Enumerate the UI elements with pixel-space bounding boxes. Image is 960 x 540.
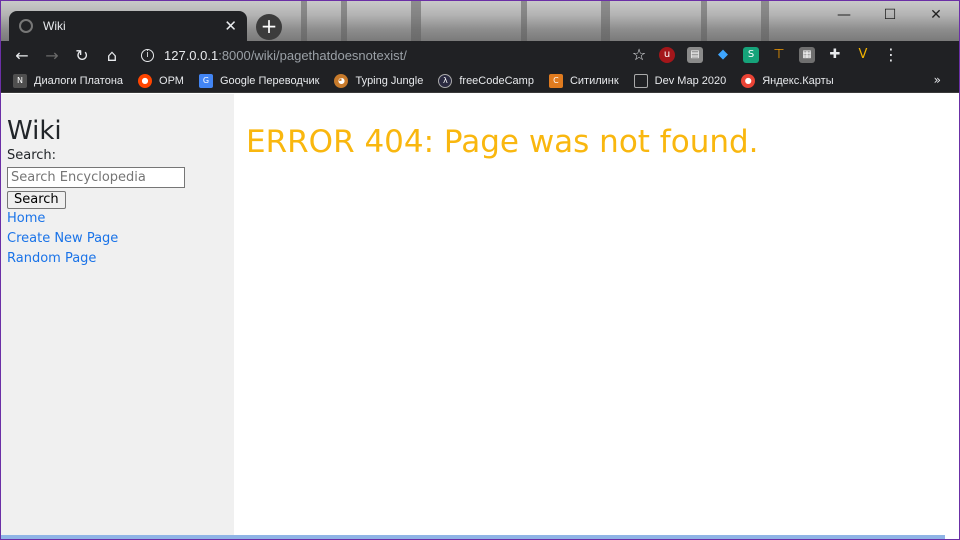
screen-icon — [633, 73, 648, 88]
globe-icon — [19, 19, 33, 33]
bookmark-item[interactable]: N Диалоги Платона — [13, 73, 123, 88]
bookmark-item[interactable]: G Google Переводчик — [198, 73, 319, 88]
new-tab-button[interactable]: + — [256, 14, 282, 40]
wallet-icon[interactable]: ▤ — [687, 46, 703, 63]
tab-title: Wiki — [43, 19, 66, 33]
map-pin-icon: ● — [741, 73, 756, 88]
main-content: ERROR 404: Page was not found. — [234, 94, 959, 535]
nav-link-home[interactable]: Home — [7, 209, 228, 229]
diamond-icon[interactable]: ◆ — [715, 47, 731, 63]
browser-toolbar: ← → ↻ ⌂ i 127.0.0.1:8000/wiki/pagethatdo… — [1, 41, 959, 69]
bookmark-item[interactable]: Dev Map 2020 — [633, 73, 726, 88]
bookmarks-more-button[interactable]: » — [934, 73, 941, 87]
sheets-icon[interactable]: S — [743, 46, 759, 63]
translate-icon: G — [198, 73, 213, 88]
browser-window: Wiki ✕ + — ☐ ✕ ← → ↻ ⌂ i 127.0.0.1:8000/… — [0, 0, 960, 540]
error-heading: ERROR 404: Page was not found. — [246, 124, 759, 160]
grid-icon[interactable]: ▦ — [799, 46, 815, 63]
search-button[interactable]: Search — [7, 191, 66, 209]
puzzle-icon[interactable]: ✚ — [827, 47, 843, 63]
page-viewport: Wiki Search: Search Home Create New Page… — [1, 94, 959, 535]
bookmark-item[interactable]: ● ОРМ — [138, 73, 184, 88]
star-icon[interactable]: ☆ — [631, 45, 647, 64]
menu-icon[interactable]: ⋮ — [883, 45, 899, 64]
site-title: Wiki — [7, 116, 62, 146]
reddit-icon: ● — [138, 73, 153, 88]
forward-button[interactable]: → — [37, 46, 67, 65]
bookmark-item[interactable]: ◕ Typing Jungle — [334, 73, 423, 88]
monkey-icon: ◕ — [334, 73, 349, 88]
nav-link-create-new-page[interactable]: Create New Page — [7, 229, 228, 249]
bookmark-item[interactable]: C Ситилинк — [548, 73, 619, 88]
bookmark-item[interactable]: ● Яндекс.Карты — [741, 73, 834, 88]
reload-button[interactable]: ↻ — [67, 46, 97, 65]
tab-wiki[interactable]: Wiki ✕ — [9, 11, 247, 41]
search-label: Search: — [7, 148, 57, 163]
window-controls: — ☐ ✕ — [821, 1, 959, 29]
back-button[interactable]: ← — [7, 46, 37, 65]
sidebar: Wiki Search: Search Home Create New Page… — [1, 94, 234, 535]
extension-area: ☆ u ▤ ◆ S ⊤ ▦ ✚ V ⋮ — [631, 45, 899, 64]
search-input[interactable] — [7, 167, 185, 188]
info-icon[interactable]: i — [141, 48, 154, 62]
pickaxe-icon[interactable]: ⊤ — [771, 47, 787, 63]
home-button[interactable]: ⌂ — [97, 46, 127, 65]
bookmarks-bar: N Диалоги Платона ● ОРМ G Google Переводчик… — [1, 69, 959, 93]
npm-icon: N — [13, 73, 27, 88]
url-host: 127.0.0.1 — [164, 47, 219, 63]
url-path: :8000/wiki/pagethatdoesnotexist/ — [218, 47, 407, 63]
bottom-bar — [1, 535, 945, 539]
vue-icon[interactable]: V — [855, 47, 871, 63]
minimize-button[interactable]: — — [821, 1, 867, 29]
close-window-button[interactable]: ✕ — [913, 1, 959, 29]
citilink-icon: C — [548, 73, 563, 88]
fcc-icon: λ — [438, 73, 453, 88]
ublock-icon[interactable]: u — [659, 46, 675, 63]
bookmark-item[interactable]: λ freeCodeCamp — [438, 73, 534, 88]
address-bar[interactable]: i 127.0.0.1:8000/wiki/pagethatdoesnotexi… — [141, 44, 661, 66]
close-icon[interactable]: ✕ — [224, 17, 237, 35]
maximize-button[interactable]: ☐ — [867, 1, 913, 29]
tab-strip: Wiki ✕ + — ☐ ✕ — [1, 1, 959, 41]
nav-link-random-page[interactable]: Random Page — [7, 249, 228, 269]
